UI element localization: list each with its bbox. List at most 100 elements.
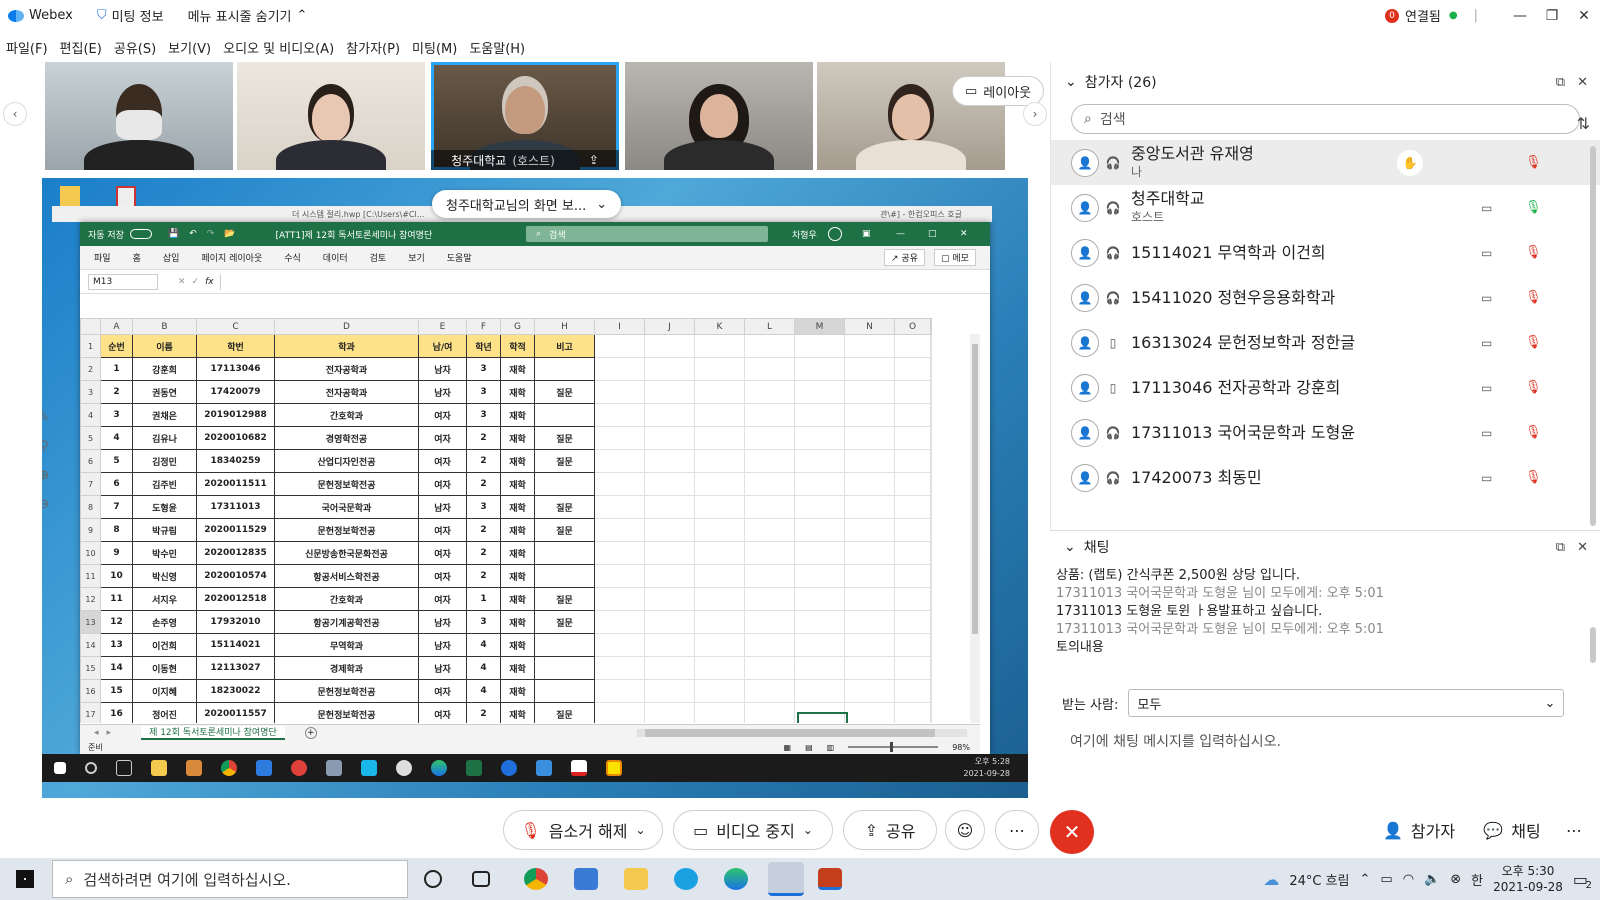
sheet-tab-active[interactable]: 제 12회 독서토론세미나 참여명단 (141, 725, 285, 740)
table-cell[interactable]: 18340259 (196, 449, 275, 473)
empty-cell[interactable] (930, 610, 932, 634)
table-cell[interactable]: 박신영 (132, 564, 197, 588)
row-header[interactable]: 5 (80, 426, 101, 450)
zoom-in-icon[interactable]: ⊕ (42, 468, 49, 483)
empty-cell[interactable] (844, 334, 895, 358)
empty-cell[interactable] (744, 426, 795, 450)
spreadsheet-grid[interactable]: ABCDEFGHIJKLMNO 1 순번 이름 학번 학과 남/여 학년 학적 비고 2 1 강훈희 1… (80, 318, 980, 723)
menu-view[interactable]: 보기(V) (168, 38, 211, 57)
mic-muted-icon[interactable]: 🎙 (1525, 290, 1542, 305)
table-cell[interactable]: 남자 (418, 610, 467, 634)
table-cell[interactable] (534, 403, 595, 427)
strip-prev-icon[interactable]: ‹ (3, 102, 27, 126)
empty-cell[interactable] (594, 357, 645, 381)
row-header[interactable]: 2 (80, 357, 101, 381)
empty-cell[interactable] (644, 380, 695, 404)
table-cell[interactable]: 김정민 (132, 449, 197, 473)
share-view-banner[interactable]: 청주대학교님의 화면 보... ⌄ (432, 190, 622, 218)
empty-cell[interactable] (894, 633, 931, 657)
table-cell[interactable]: 2019012988 (196, 403, 275, 427)
cancel-formula-icon[interactable]: ✕ (178, 277, 186, 287)
table-cell[interactable]: 도형윤 (132, 495, 197, 519)
table-cell[interactable]: 4 (466, 656, 501, 680)
table-cell[interactable]: 여자 (418, 587, 467, 611)
empty-cell[interactable] (894, 334, 931, 358)
table-cell[interactable]: 간호학과 (274, 587, 419, 611)
excel-memo-button[interactable]: ▢ 메모 (934, 249, 976, 266)
table-cell[interactable]: 8 (100, 518, 133, 542)
empty-cell[interactable] (644, 472, 695, 496)
ime-indicator[interactable]: 한 (1471, 870, 1483, 889)
column-header[interactable]: H (534, 318, 595, 335)
empty-cell[interactable] (594, 679, 645, 703)
table-cell[interactable]: 3 (466, 495, 501, 519)
column-header[interactable]: D (274, 318, 419, 335)
participant-search[interactable]: ⌕ 검색 (1071, 104, 1580, 134)
pen-icon[interactable]: ✎ (42, 410, 49, 425)
table-cell[interactable]: 4 (466, 679, 501, 703)
table-cell[interactable] (534, 472, 595, 496)
empty-cell[interactable] (644, 633, 695, 657)
column-header[interactable]: C (196, 318, 275, 335)
empty-cell[interactable] (594, 472, 645, 496)
table-cell[interactable]: 재학 (500, 564, 535, 588)
wifi-icon[interactable]: ◠ (1403, 872, 1414, 887)
empty-cell[interactable] (694, 518, 745, 542)
ribbon-data[interactable]: 데이터 (323, 251, 348, 264)
table-cell[interactable]: 재학 (500, 380, 535, 404)
zoom-out-icon[interactable]: ⊖ (42, 497, 49, 512)
table-cell[interactable]: 3 (466, 380, 501, 404)
fx-icon[interactable]: fx (205, 277, 214, 287)
table-cell[interactable]: 서지우 (132, 587, 197, 611)
table-cell[interactable]: 15 (100, 679, 133, 703)
table-cell[interactable]: 질문 (534, 702, 595, 723)
table-cell[interactable]: 재학 (500, 679, 535, 703)
table-header-cell[interactable]: 이름 (132, 334, 197, 358)
table-cell[interactable]: 2020010682 (196, 426, 275, 450)
task-view-icon[interactable] (472, 871, 490, 887)
empty-cell[interactable] (694, 403, 745, 427)
table-cell[interactable]: 이동현 (132, 656, 197, 680)
empty-cell[interactable] (844, 564, 895, 588)
row-header[interactable]: 17 (80, 702, 101, 723)
empty-cell[interactable] (694, 449, 745, 473)
empty-cell[interactable] (930, 656, 932, 680)
row-header[interactable]: 3 (80, 380, 101, 404)
table-cell[interactable]: 질문 (534, 610, 595, 634)
empty-cell[interactable] (844, 587, 895, 611)
empty-cell[interactable] (644, 426, 695, 450)
windows-start-icon[interactable] (16, 870, 34, 888)
connection-status[interactable]: 0 연결됨 ● | (1384, 6, 1478, 25)
chrome-icon[interactable] (524, 868, 548, 890)
empty-cell[interactable] (744, 541, 795, 565)
hide-menu-button[interactable]: 메뉴 표시줄 숨기기 ⌃ (188, 6, 308, 25)
accept-formula-icon[interactable]: ✓ (192, 277, 200, 287)
chat-toggle-button[interactable]: 💬 채팅 (1470, 810, 1554, 850)
table-cell[interactable]: 재학 (500, 610, 535, 634)
table-cell[interactable]: 3 (466, 403, 501, 427)
participant-row[interactable]: 👤 🎧 중앙도서관 유재영 나 ✋ 🎙 (1051, 140, 1600, 185)
empty-cell[interactable] (930, 472, 932, 496)
table-cell[interactable]: 2020011511 (196, 472, 275, 496)
column-header[interactable]: M (794, 318, 845, 335)
table-cell[interactable]: 18230022 (196, 679, 275, 703)
empty-cell[interactable] (644, 449, 695, 473)
empty-cell[interactable] (930, 449, 932, 473)
empty-cell[interactable] (894, 610, 931, 634)
empty-cell[interactable] (594, 610, 645, 634)
empty-cell[interactable] (930, 357, 932, 381)
empty-cell[interactable] (744, 449, 795, 473)
empty-cell[interactable] (594, 426, 645, 450)
empty-cell[interactable] (930, 426, 932, 450)
open-icon[interactable]: 📂 (224, 229, 235, 239)
minimize-icon[interactable]: — (1504, 8, 1536, 24)
participant-row[interactable]: 👤 🎧 15411020 정현우응용화학과 ▭ 🎙 (1051, 275, 1600, 320)
participant-row[interactable]: 👤 ▯ 16313024 문헌정보학과 정한글 ▭ 🎙 (1051, 320, 1600, 365)
table-cell[interactable]: 질문 (534, 495, 595, 519)
more-options-button[interactable]: ⋯ (995, 810, 1039, 850)
empty-cell[interactable] (894, 495, 931, 519)
table-header-cell[interactable]: 학번 (196, 334, 275, 358)
table-cell[interactable]: 12 (100, 610, 133, 634)
table-cell[interactable]: 항공기계공학전공 (274, 610, 419, 634)
empty-cell[interactable] (594, 656, 645, 680)
